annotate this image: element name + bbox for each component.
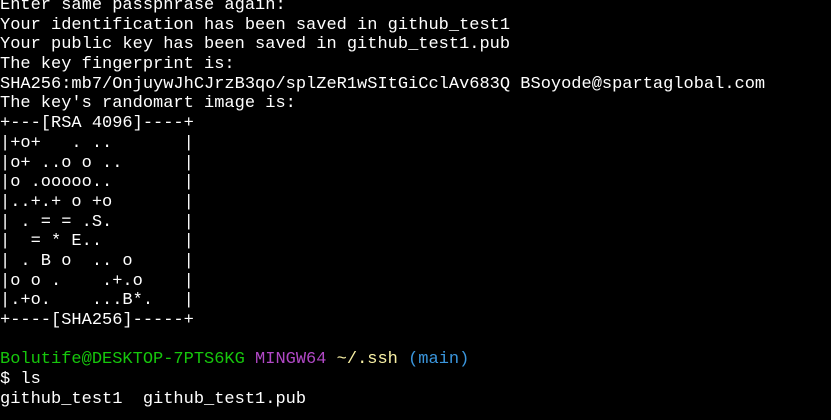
output-line: The key's randomart image is: [0, 94, 296, 114]
randomart-line: |o+ ..o o .. | [0, 153, 194, 173]
randomart-line: | . B o .. o | [0, 251, 194, 271]
prompt-user-host: Bolutife@DESKTOP-7PTS6KG [0, 350, 245, 370]
randomart-line: |o .ooooo.. | [0, 173, 194, 193]
prompt-env: MINGW64 [255, 350, 327, 370]
key-fingerprint: SHA256:mb7/OnjuywJhCJrzB3qo/splZeR1wSItG… [0, 74, 766, 94]
randomart-line: | = * E.. | [0, 232, 194, 252]
randomart-line: |+o+ . .. | [0, 133, 194, 153]
shell-prompt: Bolutife@DESKTOP-7PTS6KG MINGW64 ~/.ssh … [0, 350, 831, 370]
output-line: Enter same passphrase again: [0, 0, 286, 15]
prompt-branch: (main) [408, 350, 470, 370]
randomart-line: | . = = .S. | [0, 212, 194, 232]
output-line: The key fingerprint is: [0, 55, 235, 75]
randomart-line: +---[RSA 4096]----+ [0, 114, 194, 134]
command-line: $ ls [0, 370, 41, 390]
randomart-line: |o o . .+.o | [0, 271, 194, 291]
randomart-block: +---[RSA 4096]----+ |+o+ . .. | |o+ ..o … [0, 114, 831, 331]
output-line: Your public key has been saved in github… [0, 35, 511, 55]
ls-output: github_test1 github_test1.pub [0, 389, 307, 409]
terminal-window[interactable]: Enter same passphrase again: Your identi… [0, 0, 831, 420]
randomart-line: |..+.+ o +o | [0, 192, 194, 212]
prompt-path: ~/.ssh [336, 350, 398, 370]
output-line: Your identification has been saved in gi… [0, 15, 511, 35]
randomart-line: |.+o. ...B*. | [0, 291, 194, 311]
randomart-line: +----[SHA256]-----+ [0, 311, 194, 330]
